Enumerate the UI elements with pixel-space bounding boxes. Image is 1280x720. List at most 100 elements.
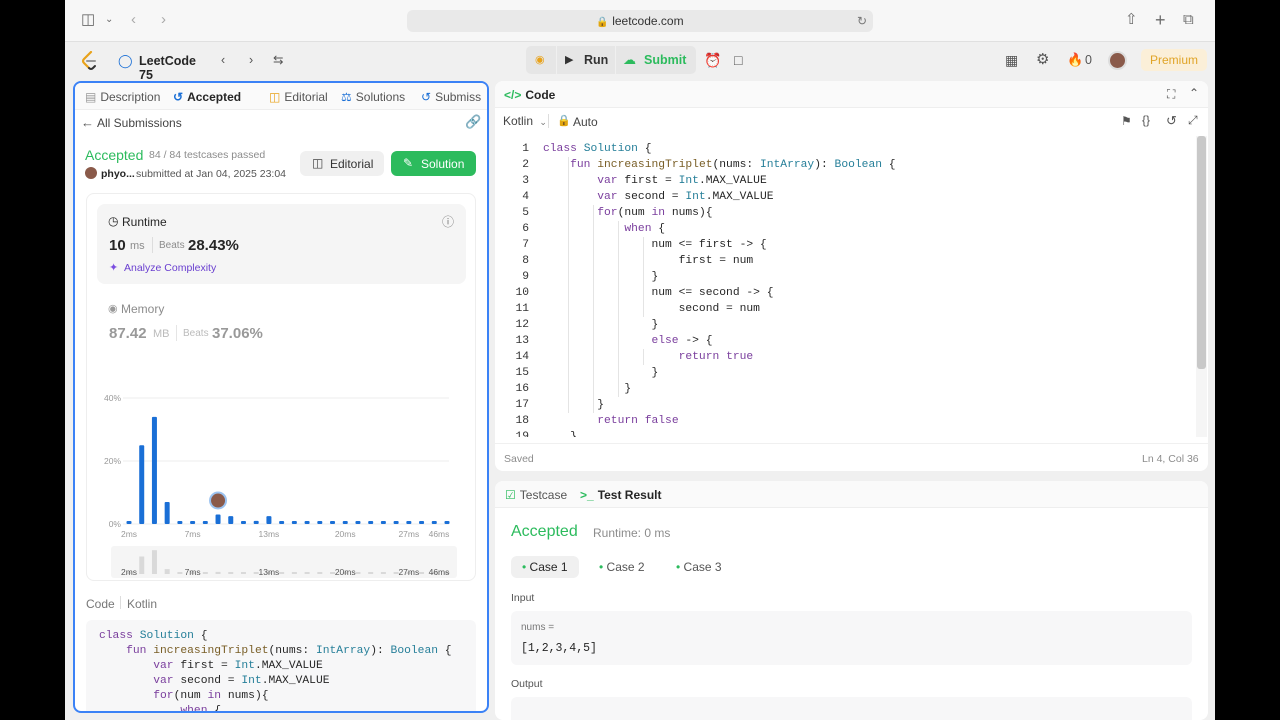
case-tab-3[interactable]: • Case 3 — [665, 556, 733, 578]
url-text: leetcode.com — [612, 14, 684, 28]
user-avatar[interactable] — [1108, 51, 1127, 70]
study-plan-button[interactable]: ◯ LeetCode 75 — [113, 44, 213, 82]
output-box — [511, 697, 1192, 720]
layout-grid-icon[interactable]: ▦ — [1005, 52, 1018, 68]
reset-icon[interactable]: ↺ — [1166, 113, 1177, 129]
code-line[interactable]: 10 num <= second -> { — [495, 285, 1195, 301]
histogram-bar — [444, 521, 450, 524]
code-line[interactable]: 17 } — [495, 397, 1195, 413]
mode-label[interactable]: Auto — [573, 115, 598, 129]
fullscreen-icon[interactable]: ⤢ — [1188, 113, 1198, 128]
code-line[interactable]: 11 second = num — [495, 301, 1195, 317]
info-icon[interactable]: ⓘ — [442, 213, 454, 230]
code-line[interactable]: 18 return false — [495, 413, 1195, 429]
next-problem-icon[interactable]: › — [249, 52, 253, 68]
memory-box[interactable]: ◉ Memory 87.42 MB Beats 37.06% — [97, 292, 466, 354]
code-line[interactable]: 12 } — [495, 317, 1195, 333]
premium-button[interactable]: Premium — [1141, 49, 1207, 71]
case-tab-2[interactable]: • Case 2 — [588, 556, 656, 578]
code-line[interactable]: 14 return true — [495, 349, 1195, 365]
analyze-complexity-link[interactable]: Analyze Complexity — [124, 262, 216, 274]
submit-button[interactable]: ☁ Submit — [616, 46, 696, 74]
user-position-marker — [209, 491, 228, 510]
code-line[interactable]: 19 } — [495, 429, 1195, 437]
forward-arrow-icon[interactable]: › — [161, 11, 166, 29]
share-link-icon[interactable]: 🔗 — [465, 114, 481, 130]
back-arrow-icon[interactable]: ← — [81, 115, 94, 130]
code-line[interactable]: 2 fun increasingTriplet(nums: IntArray):… — [495, 157, 1195, 173]
notes-icon[interactable]: □ — [734, 52, 742, 68]
divider — [548, 114, 549, 128]
tabs-overview-icon[interactable]: ⧉ — [1183, 11, 1194, 29]
histogram-bar — [317, 521, 323, 524]
run-label: Run — [584, 53, 609, 67]
line-number: 13 — [515, 335, 529, 347]
maximize-icon[interactable]: ⛶ — [1167, 87, 1175, 102]
lock-icon: 🔒 — [557, 115, 571, 127]
case-tab-1[interactable]: • Case 1 — [511, 556, 579, 578]
sparkle-icon: ✦ — [109, 262, 119, 274]
overview-bar — [279, 572, 285, 574]
scrollbar-thumb[interactable] — [1197, 136, 1206, 369]
all-submissions-link[interactable]: All Submissions — [97, 116, 182, 130]
format-braces-icon[interactable]: {} — [1142, 113, 1150, 127]
code-line[interactable]: 8 first = num — [495, 253, 1195, 269]
prev-problem-icon[interactable]: ‹ — [221, 52, 225, 68]
code-line[interactable]: 4 var second = Int.MAX_VALUE — [495, 189, 1195, 205]
histogram-bar — [266, 516, 272, 524]
editor-scrollbar[interactable] — [1196, 136, 1207, 437]
reload-icon[interactable]: ↻ — [857, 10, 867, 32]
histogram-bar — [240, 521, 246, 524]
code-line[interactable]: 9 } — [495, 269, 1195, 285]
code-label: Code — [86, 597, 115, 611]
runtime-box[interactable]: ◷ Runtime ⓘ 10 ms Beats 28.43% ✦ Analyze… — [97, 204, 466, 284]
tab-solutions[interactable]: ⚖ Solutions — [341, 90, 405, 104]
sidebar-toggle-icon[interactable]: ◫ — [81, 11, 95, 29]
indent-guide — [568, 157, 569, 413]
runtime-distribution-chart[interactable]: 40%20%0%2ms 7ms 13ms 20ms 27ms 46ms2ms 7ms 13ms… — [87, 362, 475, 580]
alarm-clock-icon[interactable]: ⏰ — [704, 52, 721, 68]
leetcode-logo-icon[interactable] — [81, 51, 97, 70]
settings-gear-icon[interactable]: ⚙ — [1036, 52, 1049, 68]
chevron-down-icon[interactable]: ⌄ — [105, 11, 113, 29]
tab-submissions[interactable]: ↺ Submiss — [421, 90, 481, 104]
bookmark-icon[interactable]: ⚑ — [1121, 114, 1132, 128]
debug-button[interactable]: ◉ — [526, 46, 556, 74]
code-line[interactable]: 13 else -> { — [495, 333, 1195, 349]
submission-panel: ▤ Description ↺ Accepted ◫ Editorial ⚖ Solut… — [73, 81, 489, 713]
tab-editorial[interactable]: ◫ Editorial — [269, 90, 328, 104]
param-value: [1,2,3,4,5] — [521, 642, 597, 655]
preview-line: class Solution { — [99, 630, 208, 642]
language-select[interactable]: Kotlin ⌄ — [503, 114, 547, 130]
code-line[interactable]: 5 for(num in nums){ — [495, 205, 1195, 221]
tab-testcase[interactable]: ☑ Testcase — [505, 488, 567, 502]
line-number: 3 — [522, 175, 529, 187]
code-line[interactable]: 6 when { — [495, 221, 1195, 237]
address-bar[interactable]: 🔒 leetcode.com ↻ — [407, 10, 873, 32]
collapse-chevron-icon[interactable]: ⌃ — [1189, 86, 1199, 100]
shuffle-icon[interactable]: ⇆ — [273, 52, 283, 68]
share-icon[interactable]: ⇧ — [1125, 11, 1138, 29]
code-area[interactable]: 1 class Solution {2 fun increasingTriplet… — [495, 136, 1208, 437]
new-tab-icon[interactable]: + — [1155, 11, 1166, 29]
submitter-name[interactable]: phyo... — [101, 168, 135, 180]
line-number: 5 — [522, 207, 529, 219]
code-line[interactable]: 1 class Solution { — [495, 141, 1195, 157]
code-line[interactable]: 15 } — [495, 365, 1195, 381]
tab-accepted[interactable]: ↺ Accepted — [173, 90, 241, 104]
editorial-button[interactable]: ◫ Editorial — [300, 151, 384, 176]
tab-description[interactable]: ▤ Description — [85, 90, 160, 104]
back-arrow-icon[interactable]: ‹ — [131, 11, 136, 29]
flask-icon: ⚖ — [341, 90, 352, 104]
tab-test-result[interactable]: >_ Test Result — [580, 488, 661, 502]
run-button[interactable]: ▶ Run — [557, 46, 615, 74]
solution-button[interactable]: ✎ Solution — [391, 151, 476, 176]
code-line[interactable]: 16 } — [495, 381, 1195, 397]
tab-code[interactable]: </> Code — [504, 88, 555, 102]
line-number: 12 — [515, 319, 529, 331]
code-line[interactable]: 7 num <= first -> { — [495, 237, 1195, 253]
streak-flame-icon[interactable]: 🔥 — [1067, 52, 1083, 68]
tab-label: Solutions — [355, 90, 406, 104]
code-line[interactable]: 3 var first = Int.MAX_VALUE — [495, 173, 1195, 189]
tab-label: Accepted — [187, 90, 242, 104]
